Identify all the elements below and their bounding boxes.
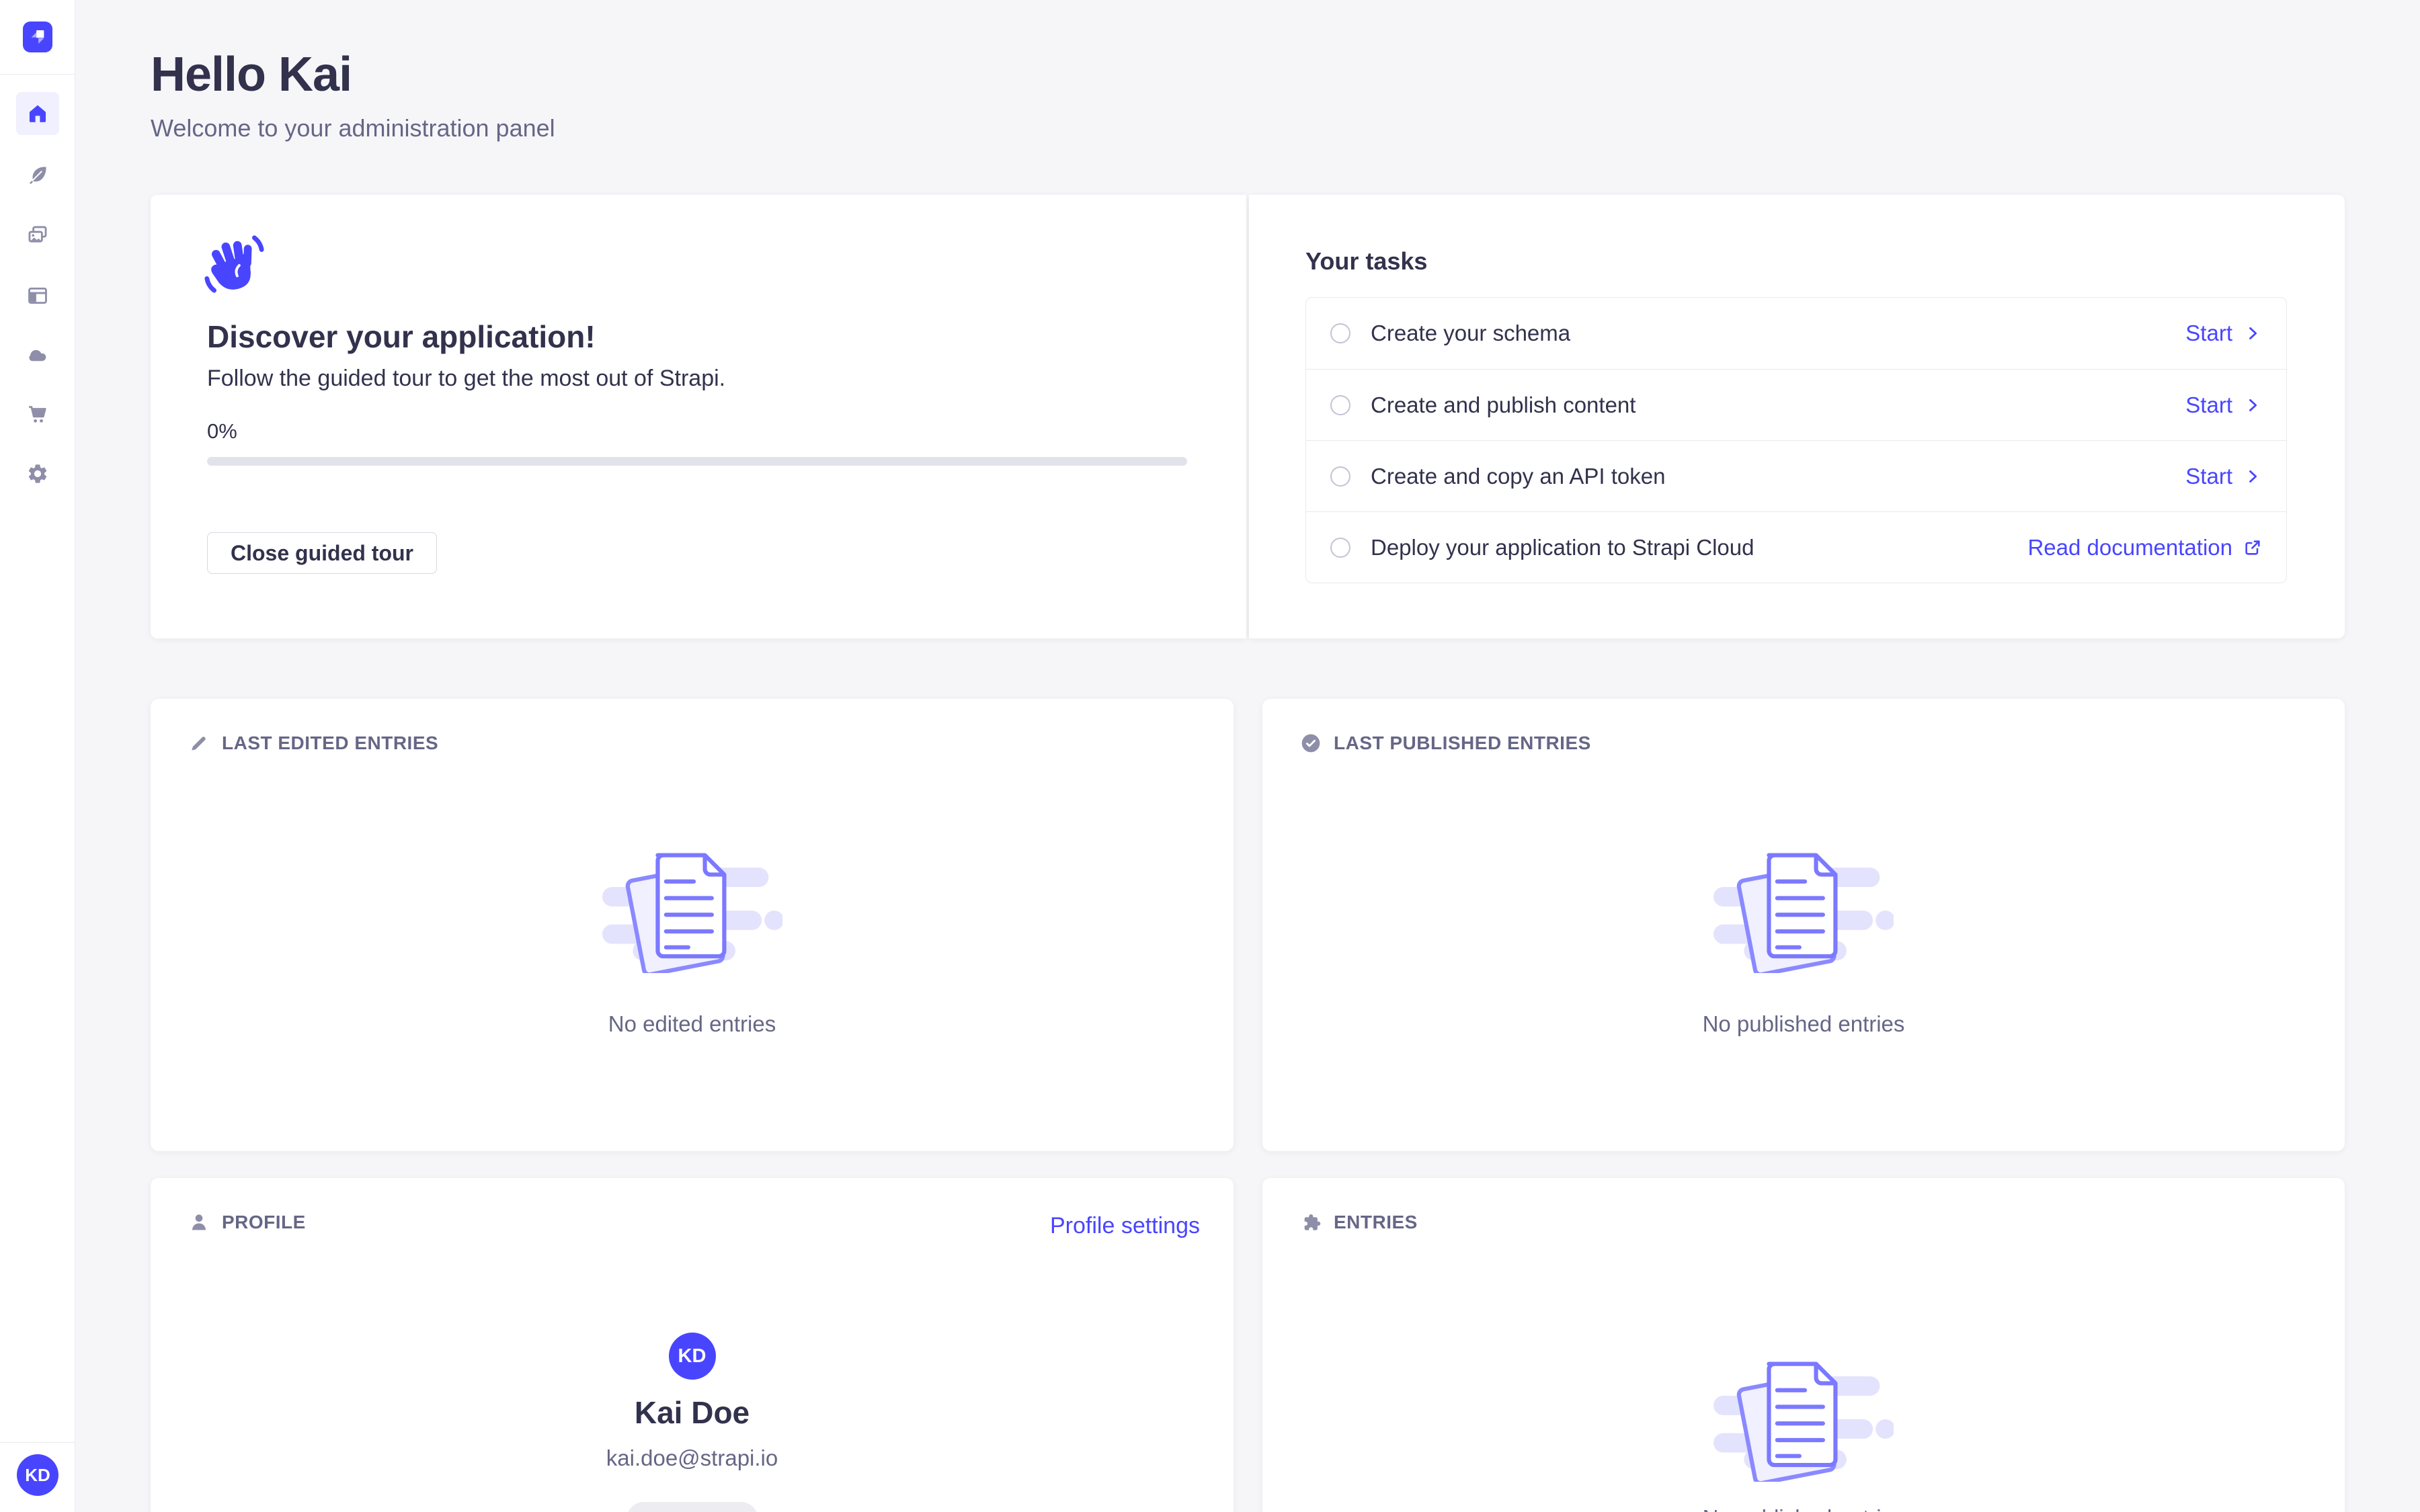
strapi-logo[interactable] — [23, 22, 52, 52]
empty-state-text: No published entries — [1262, 1505, 2345, 1512]
sidebar-divider-bottom — [0, 1442, 75, 1443]
close-guided-tour-button[interactable]: Close guided tour — [207, 532, 437, 574]
task-start-link[interactable]: Start — [2185, 392, 2262, 418]
widget-header: LAST EDITED ENTRIES — [188, 732, 438, 754]
widget-title: ENTRIES — [1334, 1212, 1418, 1233]
task-action-label: Start — [2185, 392, 2232, 418]
profile-avatar-initials: KD — [678, 1345, 707, 1368]
sidebar-item-marketplace[interactable] — [16, 393, 59, 436]
gear-icon — [26, 462, 49, 485]
sidebar-item-home[interactable] — [16, 92, 59, 135]
profile-avatar: KD — [669, 1333, 716, 1380]
sidebar-item-media-library[interactable] — [16, 214, 59, 257]
tasks-list: Create your schema Start Create and publ… — [1305, 297, 2287, 583]
widget-header: LAST PUBLISHED ENTRIES — [1300, 732, 1591, 754]
tour-progress-label: 0% — [207, 419, 237, 444]
task-row-publish-content[interactable]: Create and publish content Start — [1306, 369, 2286, 440]
task-row-create-schema[interactable]: Create your schema Start — [1306, 298, 2286, 369]
widget-title: PROFILE — [222, 1212, 306, 1233]
task-radio[interactable] — [1330, 323, 1350, 343]
discover-card: Discover your application! Follow the gu… — [151, 195, 1246, 638]
task-row-deploy-cloud[interactable]: Deploy your application to Strapi Cloud … — [1306, 511, 2286, 583]
task-radio[interactable] — [1330, 466, 1350, 487]
widget-header: ENTRIES — [1300, 1212, 1418, 1233]
task-start-link[interactable]: Start — [2185, 321, 2262, 346]
person-icon — [188, 1212, 210, 1233]
sidebar-divider-top — [0, 74, 75, 75]
strapi-logo-icon — [24, 24, 51, 50]
profile-name: Kai Doe — [151, 1394, 1234, 1431]
task-start-link[interactable]: Start — [2185, 464, 2262, 489]
sidebar-item-settings[interactable] — [16, 452, 59, 495]
chevron-right-icon — [2243, 467, 2262, 486]
chevron-right-icon — [2243, 396, 2262, 415]
profile-settings-link[interactable]: Profile settings — [1050, 1213, 1200, 1239]
discover-subtitle: Follow the guided tour to get the most o… — [207, 366, 725, 392]
task-label: Deploy your application to Strapi Cloud — [1371, 535, 1755, 560]
task-radio[interactable] — [1330, 395, 1350, 415]
home-icon — [26, 102, 49, 125]
profile-role-badge — [627, 1502, 758, 1512]
last-published-entries-widget: LAST PUBLISHED ENTRIES — [1262, 699, 2345, 1151]
sidebar-item-content-type-builder[interactable] — [16, 274, 59, 317]
page-title: Hello Kai — [151, 47, 352, 102]
empty-documents-illustration — [1713, 845, 1894, 973]
puzzle-piece-icon — [1300, 1212, 1322, 1233]
images-icon — [26, 224, 49, 247]
widget-title: LAST EDITED ENTRIES — [222, 732, 438, 754]
shopping-cart-icon — [26, 403, 49, 426]
last-edited-entries-widget: LAST EDITED ENTRIES — [151, 699, 1234, 1151]
empty-documents-illustration — [602, 845, 782, 973]
guided-tour-section: Discover your application! Follow the gu… — [151, 195, 2345, 638]
tasks-heading: Your tasks — [1305, 247, 1427, 276]
feather-pen-icon — [26, 164, 49, 187]
empty-state-text: No published entries — [1262, 1011, 2345, 1037]
empty-documents-illustration — [1713, 1354, 1894, 1482]
widget-header: PROFILE — [188, 1212, 306, 1233]
sidebar-user-avatar[interactable]: KD — [17, 1454, 58, 1496]
widget-title: LAST PUBLISHED ENTRIES — [1334, 732, 1591, 754]
pencil-icon — [188, 732, 210, 754]
task-label: Create your schema — [1371, 321, 1570, 346]
empty-state-text: No edited entries — [151, 1011, 1234, 1037]
task-radio[interactable] — [1330, 538, 1350, 558]
tour-progress-bar — [207, 457, 1187, 466]
task-label: Create and copy an API token — [1371, 464, 1665, 489]
sidebar-item-cloud[interactable] — [16, 333, 59, 376]
sidebar-avatar-initials: KD — [25, 1465, 50, 1486]
layout-icon — [26, 284, 49, 307]
external-link-icon — [2243, 538, 2262, 557]
sidebar-item-content-manager[interactable] — [16, 154, 59, 197]
task-read-documentation-link[interactable]: Read documentation — [2027, 535, 2262, 560]
discover-title: Discover your application! — [207, 319, 596, 355]
profile-email: kai.doe@strapi.io — [151, 1445, 1234, 1471]
tasks-card: Your tasks Create your schema Start Crea… — [1249, 195, 2345, 638]
entries-widget: ENTRIES No publis — [1262, 1178, 2345, 1512]
chevron-right-icon — [2243, 324, 2262, 343]
wave-hand-icon — [202, 231, 268, 297]
task-label: Create and publish content — [1371, 392, 1636, 418]
cloud-icon — [26, 343, 49, 366]
task-action-label: Start — [2185, 464, 2232, 489]
check-circle-icon — [1300, 732, 1322, 754]
task-row-api-token[interactable]: Create and copy an API token Start — [1306, 440, 2286, 511]
profile-widget: PROFILE Profile settings KD Kai Doe kai.… — [151, 1178, 1234, 1512]
page-subtitle: Welcome to your administration panel — [151, 114, 555, 142]
sidebar: KD — [0, 0, 75, 1512]
task-action-label: Read documentation — [2027, 535, 2232, 560]
task-action-label: Start — [2185, 321, 2232, 346]
strapi-admin-dashboard: KD Hello Kai Welcome to your administrat… — [0, 0, 2420, 1512]
